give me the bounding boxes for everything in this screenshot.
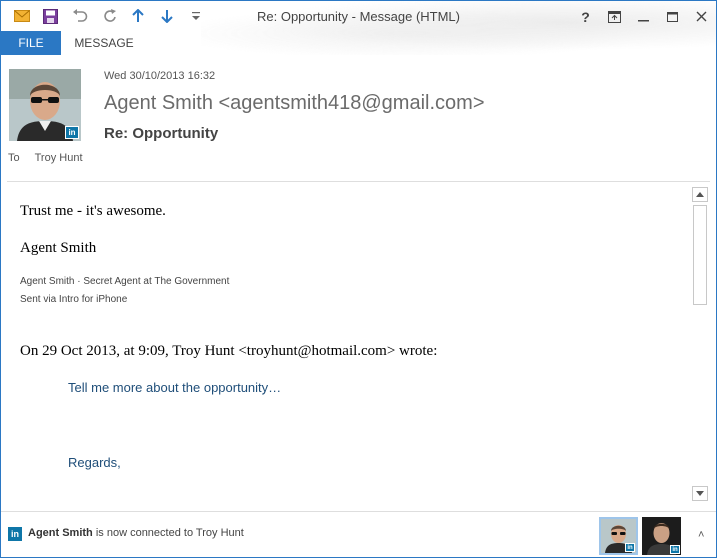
quote-header: On 29 Oct 2013, at 9:09, Troy Hunt <troy…	[20, 343, 438, 359]
notification-text: is now connected to Troy Hunt	[92, 527, 244, 539]
contact-name[interactable]: Agent Smith	[28, 527, 93, 539]
tab-message[interactable]: MESSAGE	[63, 31, 145, 55]
linkedin-badge: in	[65, 126, 79, 139]
expand-people-pane-icon[interactable]: ˄	[698, 529, 704, 541]
header-divider	[7, 181, 710, 182]
contact-thumb-troy-hunt[interactable]: in	[642, 517, 681, 555]
scroll-down-button[interactable]	[692, 486, 708, 501]
recipient-name[interactable]: Troy Hunt	[35, 152, 83, 164]
scroll-thumb[interactable]	[693, 205, 707, 305]
ribbon-tabs: FILE MESSAGE	[1, 31, 716, 55]
contact-thumb-agent-smith[interactable]: in	[599, 517, 638, 555]
tab-file[interactable]: FILE	[1, 31, 61, 55]
message-window: Re: Opportunity - Message (HTML) ? FILE …	[0, 0, 717, 558]
chevron-up-icon	[696, 192, 704, 197]
signature-line: Agent Smith · Secret Agent at The Govern…	[20, 276, 230, 287]
sender-avatar[interactable]: in	[9, 69, 81, 141]
message-header: in Wed 30/10/2013 16:32 Agent Smith <age…	[1, 56, 716, 174]
scroll-up-button[interactable]	[692, 187, 708, 202]
sent-date: Wed 30/10/2013 16:32	[104, 70, 216, 82]
restore-icon[interactable]	[600, 1, 629, 32]
help-icon[interactable]: ?	[571, 1, 600, 32]
linkedin-badge: in	[625, 543, 635, 552]
message-body: Trust me - it's awesome. Agent Smith Age…	[1, 183, 691, 505]
chevron-down-icon	[696, 491, 704, 496]
linkedin-icon: in	[8, 527, 22, 541]
linkedin-badge: in	[670, 545, 680, 554]
body-line: Trust me - it's awesome.	[20, 203, 166, 219]
body-line: Agent Smith	[20, 240, 97, 256]
minimize-icon[interactable]	[629, 1, 658, 32]
vertical-scrollbar[interactable]	[691, 187, 709, 501]
people-pane-notification: Agent Smith is now connected to Troy Hun…	[28, 527, 244, 539]
title-bar: Re: Opportunity - Message (HTML) ?	[1, 1, 716, 55]
to-label: To	[8, 152, 20, 164]
quoted-text: Regards,	[68, 455, 121, 470]
maximize-icon[interactable]	[658, 1, 687, 32]
sender-name[interactable]: Agent Smith <agentsmith418@gmail.com>	[104, 92, 485, 115]
close-icon[interactable]	[687, 1, 716, 32]
message-subject: Re: Opportunity	[104, 125, 219, 142]
recipient-row: To Troy Hunt	[8, 152, 83, 164]
quoted-text: Tell me more about the opportunity…	[68, 380, 282, 395]
people-pane: in Agent Smith is now connected to Troy …	[1, 511, 716, 557]
window-controls: ?	[571, 1, 716, 32]
signature-line: Sent via Intro for iPhone	[20, 294, 128, 305]
